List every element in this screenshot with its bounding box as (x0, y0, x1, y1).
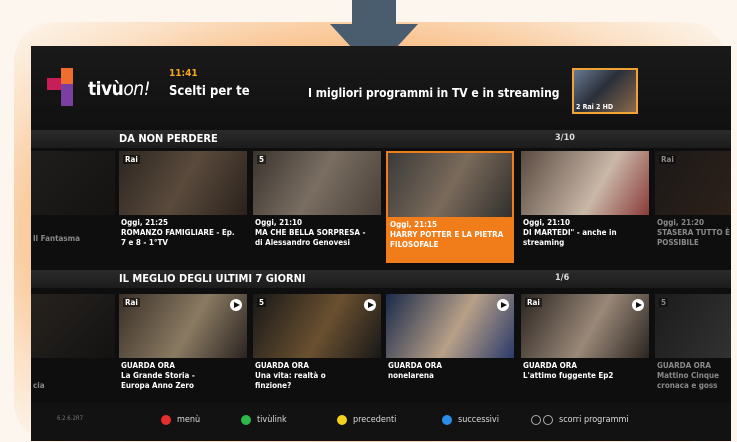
red-button-icon (161, 415, 171, 425)
channel-logo-canale5: 5 (659, 298, 669, 307)
tv-screen: tivùon! 11:41 Scelti per te I migliori p… (31, 46, 731, 441)
remote-keys-footer: 6.2.6.2R7 menù tivùlink precedenti succe… (31, 403, 731, 441)
channel-logo-rai: Rai (525, 298, 542, 307)
program-tile-stasera-tutto-possibile[interactable]: Rai Oggi, 21:20 STASERA TUTTO È POSSIBIL… (655, 151, 731, 257)
channel-logo-canale5: 5 (257, 298, 267, 307)
up-arrow-icon (531, 415, 541, 425)
yellow-button-icon (337, 415, 347, 425)
program-tile-romanzo-famigliare[interactable]: Rai Oggi, 21:25 ROMANZO FAMIGLIARE - Ep.… (119, 151, 247, 257)
yellow-key-prev[interactable]: precedenti (337, 413, 396, 427)
program-tile-attimo-fuggente[interactable]: Rai GUARDA ORA L'attimo fuggente Ep2 (521, 294, 649, 400)
play-icon (230, 299, 242, 311)
page-subtitle: I migliori programmi in TV e in streamin… (308, 86, 560, 100)
tile-text: GUARDA ORA La Grande Storia - Europa Ann… (121, 361, 195, 390)
tile-text: GUARDA ORA Mattino Cinque cronaca e goss (657, 361, 719, 390)
section-title: DA NON PERDERE (119, 132, 218, 145)
program-tile[interactable]: Il Fantasma (31, 151, 115, 257)
green-key-tivulink[interactable]: tivùlink (241, 413, 287, 427)
program-tile-una-vita[interactable]: 5 GUARDA ORA Una vita: realtà o finzione… (253, 294, 381, 400)
tile-text: Oggi, 21:25 ROMANZO FAMIGLIARE - Ep. 7 e… (121, 218, 235, 247)
channel-logo-rai: Rai (123, 298, 140, 307)
tile-text: Oggi, 21:10 MA CHE BELLA SORPRESA - di A… (255, 218, 366, 247)
tile-text: Oggi, 21:15 HARRY POTTER E LA PIETRA FIL… (390, 220, 504, 249)
tile-text: GUARDA ORA Una vita: realtà o finzione? (255, 361, 326, 390)
version-label: 6.2.6.2R7 (57, 415, 84, 422)
live-preview-thumbnail[interactable]: 2 Rai 2 HD (572, 68, 638, 114)
down-arrow-icon (543, 415, 553, 425)
section-page-count: 3/10 (555, 133, 575, 143)
blue-key-next[interactable]: successivi (442, 413, 499, 427)
channel-logo-rai: Rai (659, 155, 676, 164)
section-title: IL MEGLIO DEGLI ULTIMI 7 GIORNI (119, 272, 306, 285)
blue-button-icon (442, 415, 452, 425)
header: tivùon! 11:41 Scelti per te I migliori p… (31, 46, 731, 130)
play-icon (364, 299, 376, 311)
clock: 11:41 (169, 68, 198, 79)
program-tile-harry-potter-selected[interactable]: Oggi, 21:15 HARRY POTTER E LA PIETRA FIL… (386, 151, 514, 263)
program-tile-nonelarena[interactable]: GUARDA ORA nonelarena (386, 294, 514, 400)
program-tile-di-martedi[interactable]: Oggi, 21:10 DI MARTEDI" - anche in strea… (521, 151, 649, 257)
program-tile-ma-che-bella-sorpresa[interactable]: 5 Oggi, 21:10 MA CHE BELLA SORPRESA - di… (253, 151, 381, 257)
section-header-da-non-perdere: DA NON PERDERE 3/10 (31, 130, 731, 148)
section-page-count: 1/6 (555, 273, 570, 283)
program-tile-mattino-cinque[interactable]: 5 GUARDA ORA Mattino Cinque cronaca e go… (655, 294, 731, 400)
section-header-meglio-ultimi-7-giorni: IL MEGLIO DEGLI ULTIMI 7 GIORNI 1/6 (31, 270, 731, 288)
page-title: Scelti per te (169, 84, 250, 99)
tivu-logo-icon (47, 68, 81, 106)
brand-logo: tivùon! (88, 78, 150, 100)
program-tile[interactable]: cia (31, 294, 115, 400)
green-button-icon (241, 415, 251, 425)
preview-channel-label: 2 Rai 2 HD (576, 103, 614, 111)
channel-logo-rai: Rai (123, 155, 140, 164)
tile-text: GUARDA ORA L'attimo fuggente Ep2 (523, 361, 614, 380)
play-icon (632, 299, 644, 311)
play-icon (497, 299, 509, 311)
down-arrow-icon (352, 0, 396, 26)
red-key-menu[interactable]: menù (161, 413, 200, 427)
program-tile-la-grande-storia[interactable]: Rai GUARDA ORA La Grande Storia - Europa… (119, 294, 247, 400)
channel-logo-canale5: 5 (257, 155, 267, 164)
tile-text: Oggi, 21:10 DI MARTEDI" - anche in strea… (523, 218, 617, 247)
tile-text: GUARDA ORA nonelarena (388, 361, 442, 380)
scroll-programs-hint[interactable]: scorri programmi (531, 413, 629, 427)
tile-text: Oggi, 21:20 STASERA TUTTO È POSSIBILE (657, 218, 731, 247)
